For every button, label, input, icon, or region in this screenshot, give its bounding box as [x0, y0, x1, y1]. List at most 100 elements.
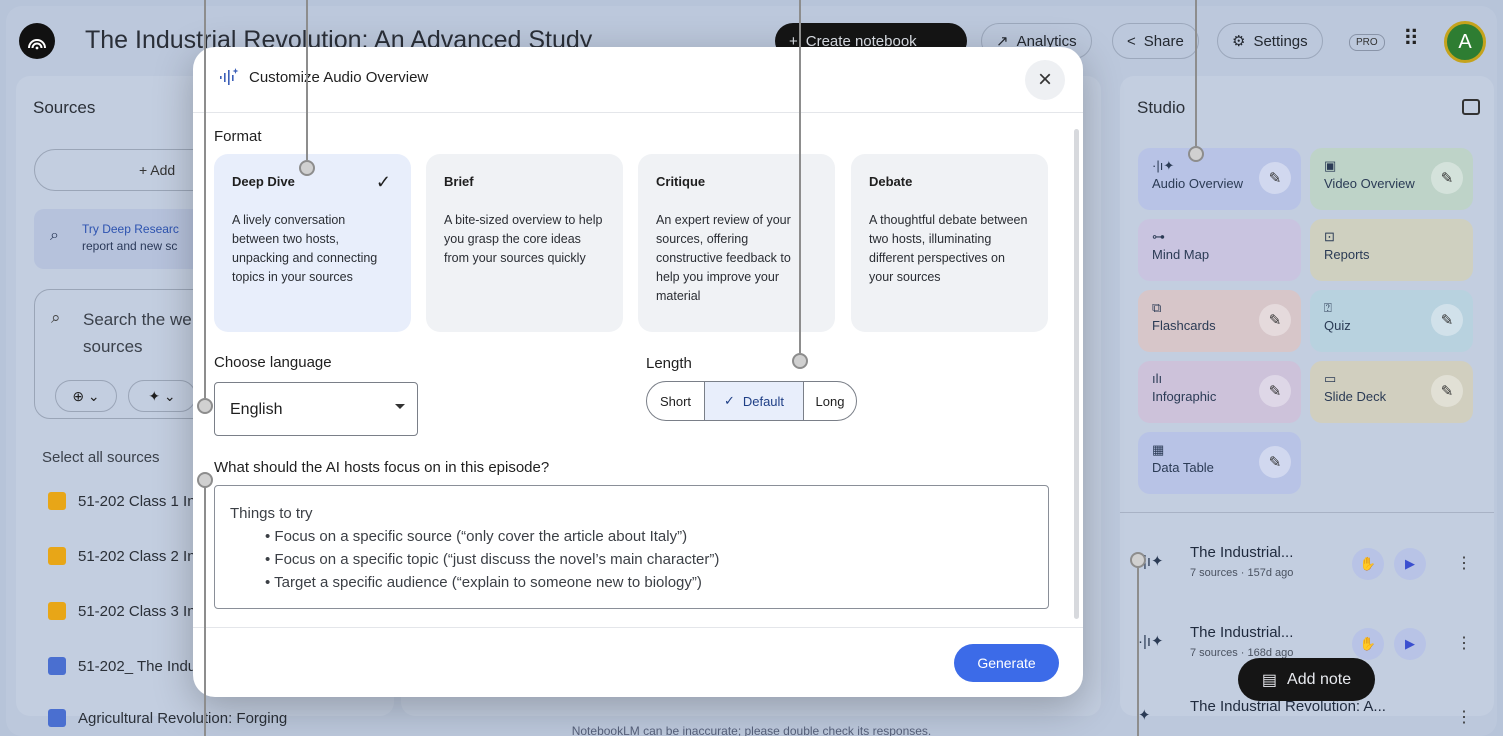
- length-default-label: Default: [742, 393, 785, 409]
- tile-label: Reports: [1324, 247, 1370, 262]
- studio-tile-mind-map[interactable]: ⊶ Mind Map: [1138, 219, 1301, 281]
- studio-output-row[interactable]: ·|ı✦ The Industrial... 7 sources · 157d …: [1130, 534, 1484, 594]
- avatar[interactable]: A: [1444, 21, 1486, 63]
- more-vert-icon[interactable]: ⋮: [1456, 633, 1472, 653]
- source-label: 51-202 Class 3 In: [78, 602, 196, 620]
- share-button[interactable]: < Share: [1112, 23, 1199, 59]
- apps-grid-icon[interactable]: ⠿: [1403, 28, 1425, 50]
- language-label: Choose language: [214, 354, 332, 371]
- pencil-icon[interactable]: ✎: [1259, 162, 1291, 194]
- pencil-icon[interactable]: ✎: [1431, 375, 1463, 407]
- source-item[interactable]: 51-202 Class 3 In: [48, 599, 196, 623]
- format-option-brief[interactable]: Brief A bite-sized overview to help you …: [426, 154, 623, 332]
- language-value: English: [230, 401, 283, 418]
- mindmap-icon: ⊶: [1152, 229, 1165, 244]
- guide-dot: [1188, 146, 1204, 162]
- focus-prompt-textarea[interactable]: Things to try • Focus on a specific sour…: [214, 485, 1049, 609]
- tile-label: Slide Deck: [1324, 389, 1387, 404]
- customize-audio-overview-dialog: Customize Audio Overview × Format Deep D…: [193, 47, 1083, 697]
- pencil-icon[interactable]: ✎: [1431, 162, 1463, 194]
- generate-button[interactable]: Generate: [954, 644, 1059, 682]
- studio-tile-flashcards[interactable]: ⧉ Flashcards ✎: [1138, 290, 1301, 352]
- play-icon[interactable]: ▶: [1394, 628, 1426, 660]
- format-description: A lively conversation between two hosts,…: [232, 213, 378, 284]
- format-option-deep-dive[interactable]: Deep Dive ✓ A lively conversation betwee…: [214, 154, 411, 332]
- format-description: A bite-sized overview to help you grasp …: [444, 213, 603, 265]
- pencil-icon[interactable]: ✎: [1259, 446, 1291, 478]
- source-item[interactable]: 51-202 Class 2 In: [48, 544, 196, 568]
- format-option-critique[interactable]: Critique An expert review of your source…: [638, 154, 835, 332]
- research-mode-dropdown[interactable]: ✦ ⌄: [128, 380, 196, 412]
- select-all-sources[interactable]: Select all sources: [42, 449, 160, 466]
- studio-panel: Studio ·|ı✦ Audio Overview ✎ ▣ Video Overvi…: [1120, 76, 1494, 726]
- guide-line: [306, 0, 308, 160]
- focus-suggestion: • Target a specific audience (“explain t…: [265, 574, 702, 591]
- more-vert-icon[interactable]: ⋮: [1456, 553, 1472, 573]
- settings-button[interactable]: ⚙ Settings: [1217, 23, 1323, 59]
- source-item[interactable]: 51-202_ The Indu: [48, 654, 196, 678]
- length-short-label: Short: [659, 393, 692, 409]
- output-title: The Industrial...: [1190, 544, 1294, 561]
- search-placeholder-line-1: Search the we: [83, 310, 192, 329]
- panel-toggle-icon[interactable]: [1462, 99, 1480, 115]
- format-option-debate[interactable]: Debate A thoughtful debate between two h…: [851, 154, 1048, 332]
- language-select[interactable]: English: [214, 382, 418, 436]
- close-icon[interactable]: ×: [1025, 60, 1065, 100]
- slides-file-icon: [48, 492, 66, 510]
- studio-tile-audio-overview[interactable]: ·|ı✦ Audio Overview ✎: [1138, 148, 1301, 210]
- document-file-icon: [48, 657, 66, 675]
- notebooklm-logo-icon[interactable]: [19, 23, 55, 59]
- share-icon: <: [1127, 32, 1136, 50]
- tile-label: Infographic: [1152, 389, 1217, 404]
- studio-tile-data-table[interactable]: ▦ Data Table ✎: [1138, 432, 1301, 494]
- dialog-scrollbar[interactable]: [1074, 129, 1079, 619]
- length-option-long[interactable]: Long: [804, 382, 856, 420]
- studio-tile-reports[interactable]: ⊡ Reports: [1310, 219, 1473, 281]
- studio-tile-infographic[interactable]: ılı Infographic ✎: [1138, 361, 1301, 423]
- focus-placeholder-title: Things to try: [230, 505, 313, 522]
- focus-suggestion: • Focus on a specific source (“only cove…: [265, 528, 688, 545]
- pro-badge: PRO: [1349, 34, 1385, 51]
- search-icon: ⌕: [51, 308, 61, 327]
- format-title: Debate: [869, 174, 913, 189]
- studio-tile-slide-deck[interactable]: ▭ Slide Deck ✎: [1310, 361, 1473, 423]
- dialog-footer: Generate: [193, 627, 1083, 697]
- length-segmented-control: Short ✓ Default Long: [646, 381, 857, 421]
- pencil-icon[interactable]: ✎: [1431, 304, 1463, 336]
- dropdown-arrow-icon: [395, 404, 405, 409]
- studio-tile-quiz[interactable]: ⍰ Quiz ✎: [1310, 290, 1473, 352]
- guide-dot: [1130, 552, 1146, 568]
- pencil-icon[interactable]: ✎: [1259, 375, 1291, 407]
- format-title: Deep Dive: [232, 174, 295, 189]
- guide-line: [1195, 0, 1197, 146]
- interactive-mode-icon[interactable]: ✋: [1352, 548, 1384, 580]
- tile-label: Quiz: [1324, 318, 1351, 333]
- focus-label: What should the AI hosts focus on in thi…: [214, 459, 550, 476]
- guide-dot: [792, 353, 808, 369]
- web-source-dropdown[interactable]: ⊕ ⌄: [55, 380, 117, 412]
- format-title: Critique: [656, 174, 706, 189]
- waveform-icon: ·|ı✦: [1138, 633, 1164, 650]
- add-note-button[interactable]: ▤ Add note: [1238, 658, 1375, 701]
- source-label: 51-202 Class 2 In: [78, 547, 196, 565]
- play-icon[interactable]: ▶: [1394, 548, 1426, 580]
- guide-line: [204, 480, 206, 736]
- length-option-short[interactable]: Short: [647, 382, 705, 420]
- interactive-mode-icon[interactable]: ✋: [1352, 628, 1384, 660]
- format-title: Brief: [444, 174, 474, 189]
- slides-file-icon: [48, 602, 66, 620]
- studio-tile-video-overview[interactable]: ▣ Video Overview ✎: [1310, 148, 1473, 210]
- share-label: Share: [1143, 32, 1184, 50]
- tile-label: Mind Map: [1152, 247, 1210, 262]
- source-label: 51-202_ The Indu: [78, 657, 197, 675]
- format-description: An expert review of your sources, offeri…: [656, 213, 791, 303]
- pencil-icon[interactable]: ✎: [1259, 304, 1291, 336]
- tile-label: Data Table: [1152, 460, 1214, 475]
- studio-divider: [1120, 512, 1494, 513]
- report-icon: ⊡: [1324, 229, 1335, 244]
- search-placeholder: Search the we sources: [83, 306, 192, 360]
- source-item[interactable]: 51-202 Class 1 In: [48, 489, 196, 513]
- guide-line: [1137, 560, 1139, 736]
- studio-title: Studio: [1137, 98, 1186, 117]
- length-option-default[interactable]: ✓ Default: [705, 382, 804, 420]
